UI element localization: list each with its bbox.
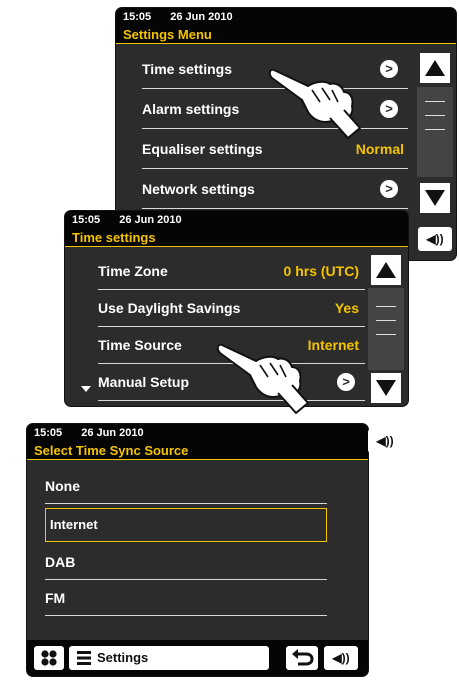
scroll-down-arrow-icon (425, 190, 445, 206)
scroll-up-arrow-icon (376, 262, 396, 278)
scroll-up-arrow-icon (425, 60, 445, 76)
menu-item-label: Time Zone (98, 263, 168, 279)
volume-button[interactable]: ◀)) (324, 646, 358, 670)
status-bar: 15:05 26 Jun 2010 (65, 211, 408, 230)
clock-time: 15:05 (72, 214, 101, 226)
hamburger-icon (77, 651, 91, 665)
clock-date: 26 Jun 2010 (119, 214, 182, 226)
volume-button[interactable]: ◀)) (368, 429, 402, 453)
back-arrow-icon (292, 649, 314, 666)
menu-item-value: Yes (334, 300, 359, 316)
row-divider (142, 208, 408, 209)
scrollbar[interactable] (417, 47, 453, 217)
more-items-indicator (81, 386, 91, 392)
settings-button[interactable]: Settings (69, 646, 271, 670)
option-internet-selected[interactable]: Internet (45, 508, 327, 542)
scroll-track (417, 87, 453, 177)
chevron-right-icon: > (337, 373, 355, 391)
status-bar: 15:05 26 Jun 2010 (27, 424, 368, 443)
option-label: FM (45, 590, 66, 606)
back-button[interactable] (286, 646, 318, 670)
settings-button-label: Settings (97, 650, 149, 665)
clock-time: 15:05 (34, 427, 63, 439)
menu-item-label: Network settings (142, 181, 255, 197)
option-dab[interactable]: DAB (45, 544, 327, 580)
time-sync-source-screen: 15:05 26 Jun 2010 Select Time Sync Sourc… (26, 423, 369, 677)
menu-item-label: Time Source (98, 337, 182, 353)
menu-item-label: Manual Setup (98, 374, 190, 390)
chevron-right-icon: > (380, 180, 398, 198)
scroll-track (368, 288, 404, 370)
menu-title: Time settings (65, 230, 408, 247)
option-fm[interactable]: FM (45, 580, 327, 616)
grid-menu-icon (41, 650, 57, 666)
clock-time: 15:05 (123, 11, 152, 23)
menu-item-time-zone[interactable]: Time Zone 0 hrs (UTC) (98, 253, 365, 290)
scroll-down-arrow-icon (376, 380, 396, 396)
menu-item-label: Use Daylight Savings (98, 300, 241, 316)
scrollbar[interactable] (368, 251, 404, 403)
row-divider (45, 615, 327, 616)
menu-item-label: Time settings (142, 61, 232, 77)
menu-item-daylight-savings[interactable]: Use Daylight Savings Yes (98, 290, 365, 327)
menu-item-label: Equaliser settings (142, 141, 263, 157)
clock-date: 26 Jun 2010 (81, 427, 144, 439)
pointing-hand-icon (268, 68, 361, 139)
menu-item-value: 0 hrs (UTC) (283, 263, 359, 279)
row-divider (45, 503, 327, 504)
status-bar: 15:05 26 Jun 2010 (116, 8, 456, 27)
clock-date: 26 Jun 2010 (170, 11, 233, 23)
option-none[interactable]: None (45, 468, 327, 504)
grid-menu-button[interactable] (34, 646, 64, 670)
scroll-down-button[interactable] (371, 373, 401, 403)
menu-item-label: Alarm settings (142, 101, 240, 117)
scroll-up-button[interactable] (420, 53, 450, 83)
menu-item-value: Internet (307, 337, 359, 353)
scroll-down-button[interactable] (420, 183, 450, 213)
option-label: None (45, 478, 80, 494)
option-label: Internet (50, 517, 98, 532)
menu-title: Select Time Sync Source (27, 443, 368, 460)
scroll-up-button[interactable] (371, 255, 401, 285)
menu-item-network-settings[interactable]: Network settings > (142, 169, 408, 209)
option-label: DAB (45, 554, 76, 570)
volume-button[interactable]: ◀)) (418, 227, 452, 251)
pointing-hand-icon (216, 343, 309, 414)
chevron-right-icon: > (380, 60, 398, 78)
chevron-right-icon: > (380, 100, 398, 118)
bottom-toolbar: Settings ◀)) (27, 640, 368, 676)
menu-title: Settings Menu (116, 27, 456, 44)
